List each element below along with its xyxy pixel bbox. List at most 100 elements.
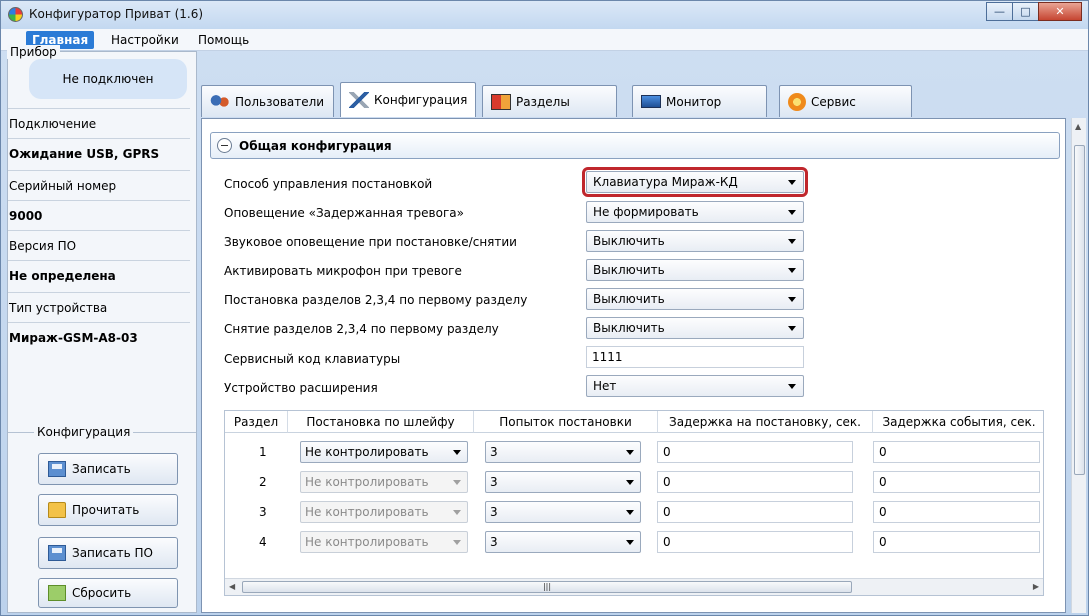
partitions-grid: Раздел Постановка по шлейфу Попыток пост… [224, 410, 1044, 596]
close-button[interactable]: ✕ [1038, 2, 1082, 21]
floppy-icon [48, 461, 66, 477]
info-label-connection: Подключение [8, 108, 190, 140]
grid-header-attempts: Попыток постановки [474, 411, 658, 433]
write-firmware-button[interactable]: Записать ПО [38, 537, 178, 569]
attempts-value: 3 [490, 505, 498, 519]
reset-button-label: Сбросить [72, 586, 132, 600]
scroll-left-icon[interactable]: ◀ [229, 582, 235, 591]
menu-help[interactable]: Помощь [192, 31, 255, 49]
attempts-value: 3 [490, 535, 498, 549]
vertical-scrollbar[interactable]: ▲ [1071, 118, 1086, 613]
minimize-button[interactable]: — [986, 2, 1013, 21]
connection-status-box: Не подключен [29, 59, 187, 99]
vertical-scroll-thumb[interactable] [1074, 145, 1085, 475]
attempts-value: 3 [490, 475, 498, 489]
event-delay-input-3[interactable]: 0 [873, 501, 1040, 523]
info-label-device-type: Тип устройства [8, 292, 190, 324]
tab-partitions-label: Разделы [516, 94, 570, 109]
dropdown-arrow-icon [788, 297, 796, 302]
attempts-select-2[interactable]: 3 [485, 471, 641, 493]
field-label-expansion: Устройство расширения [224, 381, 378, 395]
dropdown-arrow-icon [453, 540, 461, 545]
app-logo-icon [8, 7, 23, 22]
read-button[interactable]: Прочитать [38, 494, 178, 526]
device-panel: Прибор Не подключен Подключение Ожидание… [7, 45, 197, 613]
maximize-button[interactable]: □ [1012, 2, 1039, 21]
section-header[interactable]: Общая конфигурация [210, 132, 1060, 159]
delayed-alarm-select[interactable]: Не формировать [586, 201, 804, 223]
collapse-icon[interactable] [217, 138, 232, 153]
read-button-label: Прочитать [72, 503, 140, 517]
info-value-serial: 9000 [8, 200, 190, 232]
tab-service-label: Сервис [811, 94, 856, 109]
config-actions-group: Конфигурация Записать Прочитать Записать… [8, 425, 196, 608]
dropdown-arrow-icon [788, 326, 796, 331]
info-label-firmware: Версия ПО [8, 230, 190, 262]
reset-button[interactable]: Сбросить [38, 578, 178, 608]
expansion-device-value: Нет [593, 379, 617, 393]
configuration-panel: Общая конфигурация Способ управления пос… [201, 118, 1066, 613]
grid-row-number: 1 [259, 445, 267, 459]
dropdown-arrow-icon [626, 450, 634, 455]
expansion-device-select[interactable]: Нет [586, 375, 804, 397]
attempts-select-4[interactable]: 3 [485, 531, 641, 553]
event-delay-input-4[interactable]: 0 [873, 531, 1040, 553]
tab-service[interactable]: Сервис [779, 85, 912, 117]
scroll-right-icon[interactable]: ▶ [1033, 582, 1039, 591]
arm-partitions-select[interactable]: Выключить [586, 288, 804, 310]
sound-alert-select[interactable]: Выключить [586, 230, 804, 252]
delayed-alarm-value: Не формировать [593, 205, 699, 219]
tab-partitions[interactable]: Разделы [482, 85, 617, 117]
field-label-microphone: Активировать микрофон при тревоге [224, 264, 462, 278]
tab-configuration[interactable]: Конфигурация [340, 82, 476, 117]
app-window: Конфигуратор Приват (1.6) — □ ✕ Главная … [0, 0, 1089, 616]
attempts-select-1[interactable]: 3 [485, 441, 641, 463]
arm-delay-input-4[interactable]: 0 [657, 531, 853, 553]
field-label-arm-partitions: Постановка разделов 2,3,4 по первому раз… [224, 293, 528, 307]
field-label-sound-alert: Звуковое оповещение при постановке/сняти… [224, 235, 517, 249]
disarm-partitions-value: Выключить [593, 321, 665, 335]
loop-select-3[interactable]: Не контролировать [300, 501, 468, 523]
dropdown-arrow-icon [626, 480, 634, 485]
horizontal-scrollbar[interactable]: ◀ ||| ▶ [225, 578, 1043, 595]
config-group-label: Конфигурация [34, 425, 134, 439]
write-button[interactable]: Записать [38, 453, 178, 485]
tab-monitor[interactable]: Монитор [632, 85, 767, 117]
arm-control-select[interactable]: Клавиатура Мираж-КД [582, 167, 808, 197]
floppy-icon [48, 545, 66, 561]
info-value-connection: Ожидание USB, GPRS [8, 138, 190, 170]
event-delay-input-2[interactable]: 0 [873, 471, 1040, 493]
disarm-partitions-select[interactable]: Выключить [586, 317, 804, 339]
event-delay-input-1[interactable]: 0 [873, 441, 1040, 463]
tab-users-label: Пользователи [235, 94, 325, 109]
service-code-input[interactable]: 1111 [586, 346, 804, 368]
grid-row-number: 3 [259, 505, 267, 519]
loop-select-1[interactable]: Не контролировать [300, 441, 468, 463]
monitor-icon [641, 95, 661, 108]
title-bar: Конфигуратор Приват (1.6) — □ ✕ [1, 1, 1088, 29]
grid-header-loop: Постановка по шлейфу [288, 411, 474, 433]
attempts-select-3[interactable]: 3 [485, 501, 641, 523]
scroll-up-icon[interactable]: ▲ [1075, 122, 1081, 131]
loop-value: Не контролировать [305, 535, 429, 549]
tab-users[interactable]: Пользователи [201, 85, 334, 117]
grid-row-number: 4 [259, 535, 267, 549]
arm-delay-input-1[interactable]: 0 [657, 441, 853, 463]
grid-row-number: 2 [259, 475, 267, 489]
dropdown-arrow-icon [788, 210, 796, 215]
dropdown-arrow-icon [788, 239, 796, 244]
loop-value: Не контролировать [305, 475, 429, 489]
loop-value: Не контролировать [305, 445, 429, 459]
window-controls: — □ ✕ [986, 2, 1082, 21]
arm-delay-input-2[interactable]: 0 [657, 471, 853, 493]
loop-select-4[interactable]: Не контролировать [300, 531, 468, 553]
microphone-select[interactable]: Выключить [586, 259, 804, 281]
grid-header-event-delay: Задержка события, сек. [873, 411, 1043, 433]
dropdown-arrow-icon [626, 540, 634, 545]
arm-delay-input-3[interactable]: 0 [657, 501, 853, 523]
horizontal-scroll-thumb[interactable]: ||| [242, 581, 852, 593]
menu-settings[interactable]: Настройки [105, 31, 185, 49]
loop-select-2[interactable]: Не контролировать [300, 471, 468, 493]
menu-bar: Главная Настройки Помощь [1, 29, 1088, 51]
grid-header-delay: Задержка на постановку, сек. [658, 411, 873, 433]
